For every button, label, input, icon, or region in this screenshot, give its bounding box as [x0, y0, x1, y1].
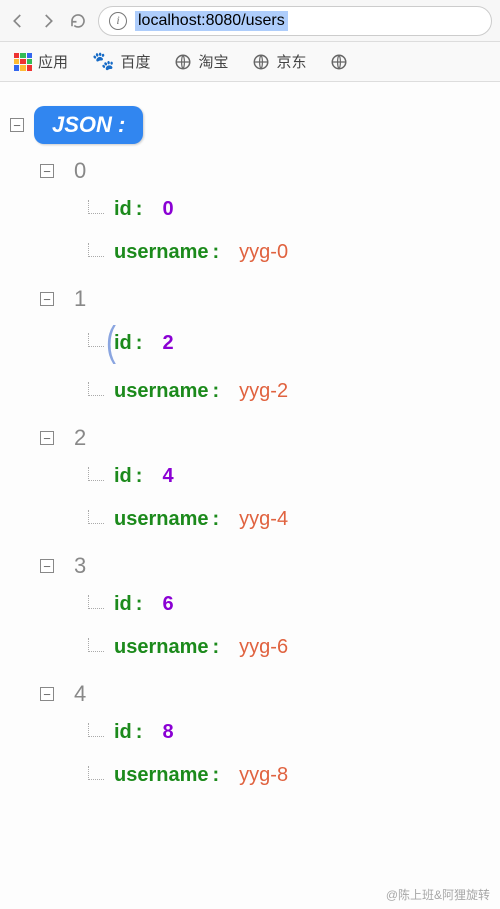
- json-key: id: [114, 332, 132, 355]
- site-info-icon[interactable]: i: [109, 12, 127, 30]
- tree-property-row: (id:2: [88, 316, 490, 370]
- json-key: id: [114, 721, 132, 744]
- tree-property-row: username: yyg-2: [88, 370, 490, 413]
- bookmark-label: 淘宝: [198, 51, 228, 72]
- bookmarks-bar: 应用 🐾 百度 淘宝 京东: [0, 42, 500, 82]
- tree-index-label: 1: [74, 286, 86, 312]
- json-key: id: [114, 198, 132, 221]
- tree-index-row: −0: [40, 152, 490, 188]
- browser-toolbar: i localhost:8080/users: [0, 0, 500, 42]
- tree-connector-icon: [88, 595, 104, 609]
- collapse-toggle[interactable]: −: [40, 559, 54, 573]
- collapse-toggle[interactable]: −: [10, 118, 24, 132]
- tree-connector-icon: [88, 510, 104, 524]
- tree-entry: −1(id:2username:yyg-2: [16, 280, 490, 413]
- tree-index-label: 3: [74, 553, 86, 579]
- tree-index-row: −4: [40, 675, 490, 711]
- colon: :: [213, 380, 220, 403]
- tree-entry: −2id:4username:yyg-4: [16, 419, 490, 541]
- address-bar[interactable]: i localhost:8080/users: [98, 6, 492, 36]
- tree-property-row: username: yyg-6: [88, 626, 490, 669]
- bookmark-taobao[interactable]: 淘宝: [174, 51, 228, 72]
- json-value-number: 2: [162, 332, 173, 355]
- tree-connector-icon: [88, 333, 104, 347]
- json-key: username: [114, 380, 209, 403]
- bookmark-label: 百度: [120, 51, 150, 72]
- tree-connector-icon: [88, 766, 104, 780]
- baidu-paw-icon: 🐾: [92, 51, 114, 72]
- tree-property-row: username: yyg-0: [88, 231, 490, 274]
- globe-icon: [252, 53, 270, 71]
- tree-index-label: 4: [74, 681, 86, 707]
- tree-property-row: username: yyg-4: [88, 498, 490, 541]
- tree-property-row: username: yyg-8: [88, 754, 490, 797]
- colon: :: [136, 332, 143, 355]
- colon: :: [213, 636, 220, 659]
- json-viewer: − JSON : −0id:0username:yyg-0−1(id:2user…: [0, 82, 500, 821]
- colon: :: [213, 241, 220, 264]
- reload-button[interactable]: [68, 11, 88, 31]
- json-value-string: yyg-0: [239, 241, 288, 264]
- json-value-string: yyg-6: [239, 636, 288, 659]
- bookmark-label: 应用: [38, 51, 68, 72]
- json-key: id: [114, 593, 132, 616]
- tree-index-label: 0: [74, 158, 86, 184]
- bookmark-more[interactable]: [330, 53, 348, 71]
- tree-index-row: −2: [40, 419, 490, 455]
- colon: :: [213, 764, 220, 787]
- watermark: @陈上班&阿狸旋转: [386, 886, 490, 903]
- json-key: username: [114, 764, 209, 787]
- colon: :: [213, 508, 220, 531]
- tree-connector-icon: [88, 638, 104, 652]
- bookmark-baidu[interactable]: 🐾 百度: [92, 51, 150, 72]
- json-key: id: [114, 465, 132, 488]
- tree-index-label: 2: [74, 425, 86, 451]
- json-key: username: [114, 241, 209, 264]
- tree-connector-icon: [88, 467, 104, 481]
- json-value-string: yyg-2: [239, 380, 288, 403]
- tree-property-row: id:8: [88, 711, 490, 754]
- tree-connector-icon: [88, 382, 104, 396]
- tree-entry: −4id:8username:yyg-8: [16, 675, 490, 797]
- bookmark-apps[interactable]: 应用: [14, 51, 68, 72]
- collapse-toggle[interactable]: −: [40, 431, 54, 445]
- globe-icon: [174, 53, 192, 71]
- bookmark-jd[interactable]: 京东: [252, 51, 306, 72]
- json-root-badge: JSON :: [34, 106, 143, 144]
- colon: :: [136, 721, 143, 744]
- colon: :: [136, 593, 143, 616]
- tree-connector-icon: [88, 243, 104, 257]
- tree-property-row: id:0: [88, 188, 490, 231]
- tree-connector-icon: [88, 200, 104, 214]
- collapse-toggle[interactable]: −: [40, 164, 54, 178]
- globe-icon: [330, 53, 348, 71]
- tree-index-row: −1: [40, 280, 490, 316]
- brace-hint-icon: (: [106, 319, 116, 367]
- json-value-number: 6: [162, 593, 173, 616]
- json-value-string: yyg-4: [239, 508, 288, 531]
- collapse-toggle[interactable]: −: [40, 687, 54, 701]
- json-key: username: [114, 636, 209, 659]
- tree-index-row: −3: [40, 547, 490, 583]
- json-key: username: [114, 508, 209, 531]
- json-value-number: 4: [162, 465, 173, 488]
- forward-button[interactable]: [38, 11, 58, 31]
- back-button[interactable]: [8, 11, 28, 31]
- bookmark-label: 京东: [276, 51, 306, 72]
- tree-connector-icon: [88, 723, 104, 737]
- tree-property-row: id:4: [88, 455, 490, 498]
- tree-entry: −3id:6username:yyg-6: [16, 547, 490, 669]
- tree-property-row: id:6: [88, 583, 490, 626]
- json-value-number: 8: [162, 721, 173, 744]
- collapse-toggle[interactable]: −: [40, 292, 54, 306]
- apps-grid-icon: [14, 53, 32, 71]
- url-text: localhost:8080/users: [135, 11, 288, 31]
- colon: :: [136, 198, 143, 221]
- colon: :: [136, 465, 143, 488]
- json-value-number: 0: [162, 198, 173, 221]
- tree-entry: −0id:0username:yyg-0: [16, 152, 490, 274]
- json-value-string: yyg-8: [239, 764, 288, 787]
